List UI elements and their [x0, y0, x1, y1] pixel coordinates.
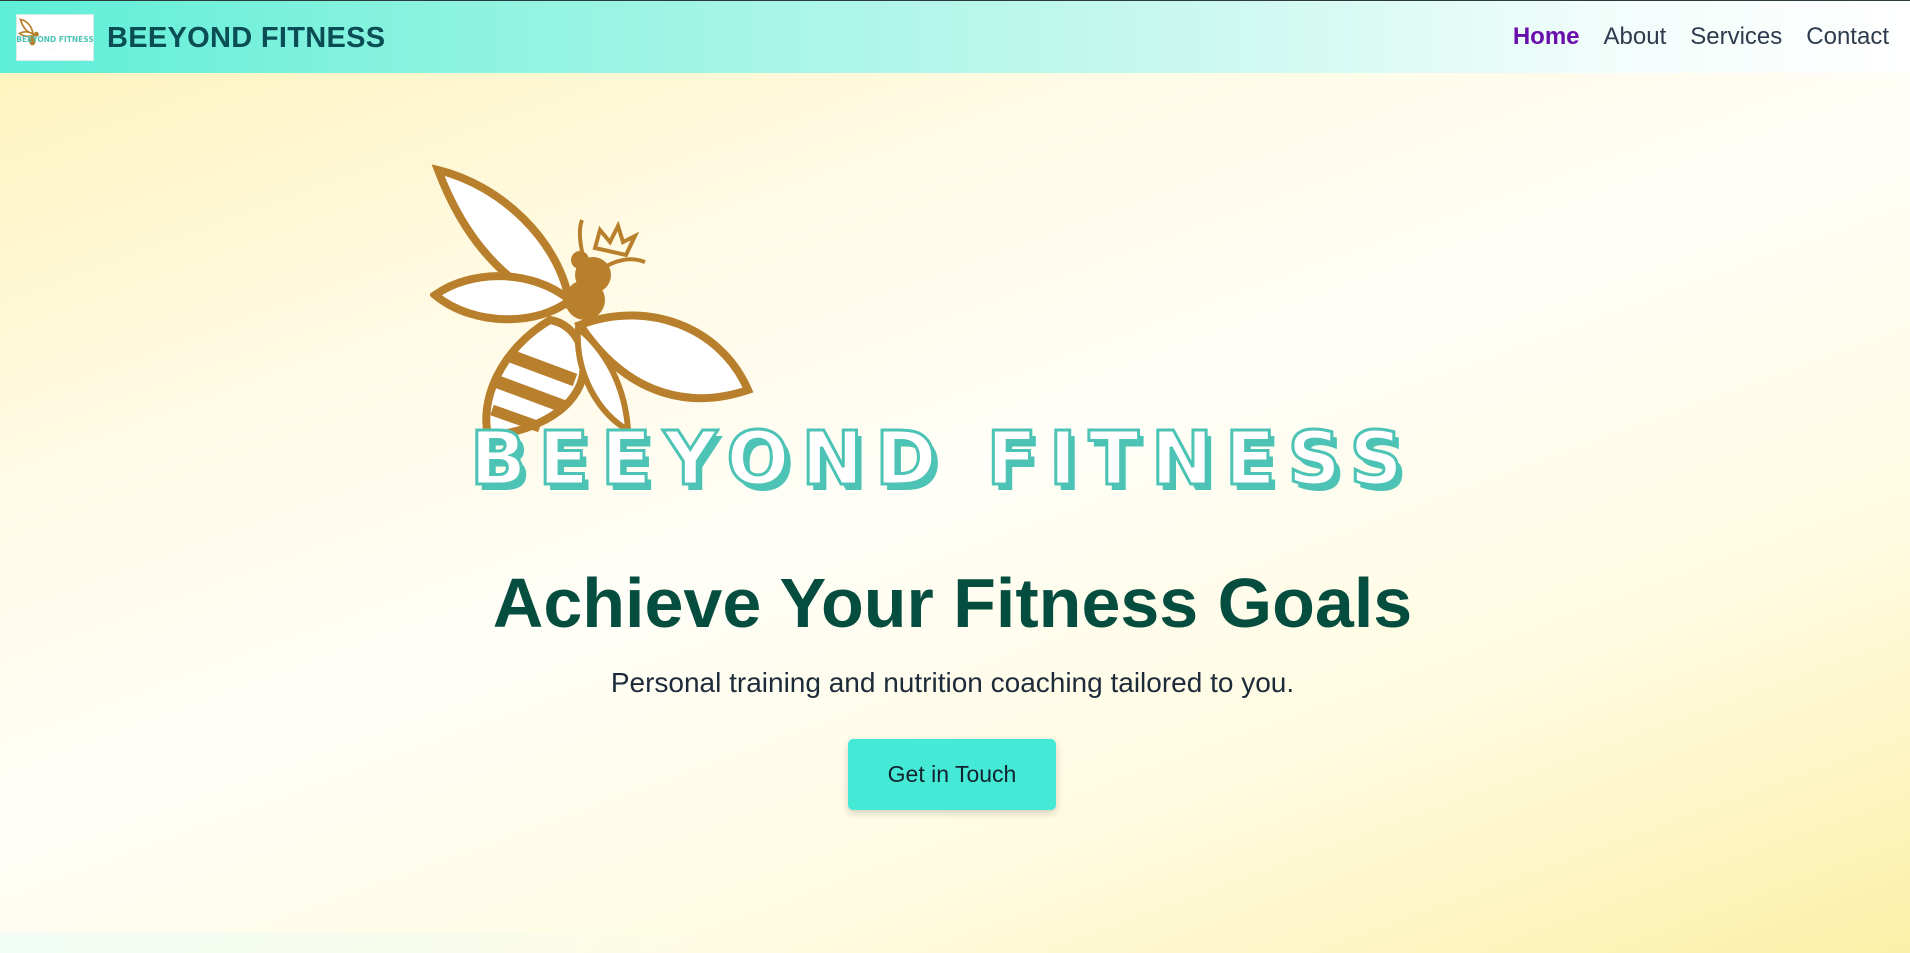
nav-link-services[interactable]: Services [1690, 23, 1782, 52]
brand-name[interactable]: BEEYOND FITNESS [107, 21, 385, 56]
svg-text:BEEYOND FITNESS: BEEYOND FITNESS [17, 35, 93, 44]
nav-link-home[interactable]: Home [1513, 23, 1580, 52]
nav-logo[interactable]: BEEYOND FITNESS · · · [16, 14, 94, 61]
top-navbar: BEEYOND FITNESS · · · BEEYOND FITNESS Ho… [0, 0, 1910, 73]
nav-link-about[interactable]: About [1604, 23, 1667, 52]
bee-logo-icon: BEEYOND FITNESS · · · [17, 18, 93, 52]
nav-link-contact[interactable]: Contact [1806, 23, 1889, 52]
bottom-glow [0, 933, 1910, 953]
hero-logo: BEEYOND FITNESS BEEYOND FITNESS [428, 160, 1480, 510]
bee-crown-icon: BEEYOND FITNESS BEEYOND FITNESS [428, 164, 1415, 508]
nav-links: Home About Services Contact [1513, 23, 1889, 52]
hero-subtitle: Personal training and nutrition coaching… [610, 667, 1295, 698]
svg-text:· · ·: · · · [52, 48, 58, 52]
get-in-touch-button[interactable]: Get in Touch [848, 739, 1056, 810]
hero-title: Achieve Your Fitness Goals [492, 564, 1413, 642]
svg-text:BEEYOND FITNESS: BEEYOND FITNESS [470, 416, 1415, 502]
